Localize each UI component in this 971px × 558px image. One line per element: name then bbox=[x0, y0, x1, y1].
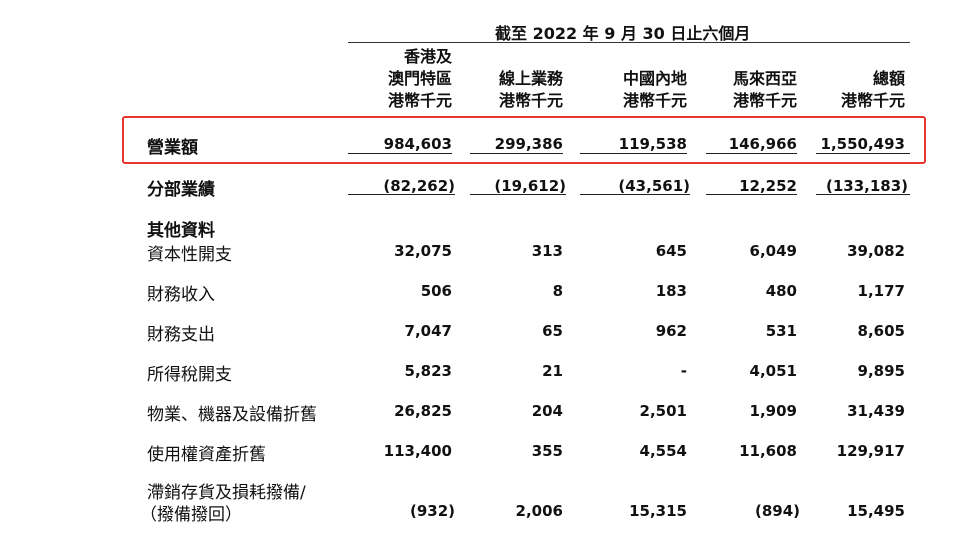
segment-value: (43,561) bbox=[618, 177, 690, 195]
row-value: 15,315 bbox=[629, 502, 687, 520]
row-value: 2,006 bbox=[515, 502, 563, 520]
row-label-line2: （撥備撥回） bbox=[140, 505, 242, 525]
segment-underline bbox=[348, 194, 455, 195]
row-value: 8 bbox=[552, 282, 563, 300]
revenue-underline bbox=[816, 153, 910, 154]
row-value: 204 bbox=[531, 402, 563, 420]
row-label: 使用權資產折舊 bbox=[147, 445, 266, 465]
row-value: 183 bbox=[655, 282, 687, 300]
row-label: 所得稅開支 bbox=[147, 365, 232, 385]
row-value: 21 bbox=[542, 362, 563, 380]
row-value: 5,823 bbox=[404, 362, 452, 380]
column-header-unit: 港幣千元 bbox=[622, 91, 687, 110]
row-label: 財務支出 bbox=[147, 325, 215, 345]
revenue-value: 1,550,493 bbox=[820, 135, 905, 153]
revenue-underline bbox=[580, 153, 687, 154]
column-header-hk-macau: 香港及 澳門特區 港幣千元 bbox=[388, 46, 452, 112]
revenue-value: 984,603 bbox=[383, 135, 452, 153]
row-value: 32,075 bbox=[394, 242, 452, 260]
row-value: 4,554 bbox=[639, 442, 687, 460]
row-value: 9,895 bbox=[857, 362, 905, 380]
row-value: 480 bbox=[765, 282, 797, 300]
column-header-unit: 港幣千元 bbox=[498, 91, 563, 110]
row-value: 7,047 bbox=[404, 322, 452, 340]
period-title: 截至 2022 年 9 月 30 日止六個月 bbox=[495, 24, 751, 43]
segment-value: (133,183) bbox=[825, 177, 908, 195]
row-value: 1,177 bbox=[857, 282, 905, 300]
revenue-label: 營業額 bbox=[147, 138, 198, 158]
column-header-online: 線上業務 港幣千元 bbox=[499, 68, 563, 112]
column-header-unit: 港幣千元 bbox=[732, 91, 797, 110]
revenue-value: 146,966 bbox=[728, 135, 797, 153]
column-header-unit: 港幣千元 bbox=[387, 91, 452, 110]
segment-underline bbox=[470, 194, 566, 195]
column-header-line1: 香港及 bbox=[403, 47, 452, 66]
row-value: 15,495 bbox=[847, 502, 905, 520]
column-header-unit: 港幣千元 bbox=[840, 91, 905, 110]
row-value: 65 bbox=[542, 322, 563, 340]
revenue-underline bbox=[348, 153, 452, 154]
row-value: - bbox=[680, 362, 687, 380]
segment-value: (19,612) bbox=[494, 177, 566, 195]
column-header-malaysia: 馬來西亞 港幣千元 bbox=[733, 68, 797, 112]
row-value: 1,909 bbox=[749, 402, 797, 420]
row-value: 355 bbox=[531, 442, 563, 460]
column-header-line2: 馬來西亞 bbox=[732, 69, 797, 88]
revenue-value: 119,538 bbox=[618, 135, 687, 153]
segment-label: 分部業績 bbox=[147, 180, 215, 200]
revenue-underline bbox=[470, 153, 563, 154]
row-value: 962 bbox=[655, 322, 687, 340]
column-header-line2: 線上業務 bbox=[498, 69, 563, 88]
segment-underline bbox=[580, 194, 690, 195]
row-value: 39,082 bbox=[847, 242, 905, 260]
column-header-total: 總額 港幣千元 bbox=[841, 68, 905, 112]
segment-underline bbox=[706, 194, 797, 195]
row-label: 財務收入 bbox=[147, 285, 215, 305]
row-label: 資本性開支 bbox=[147, 245, 232, 265]
row-value: 531 bbox=[765, 322, 797, 340]
column-header-line2: 總額 bbox=[872, 69, 905, 88]
row-value: 26,825 bbox=[394, 402, 452, 420]
segment-underline bbox=[816, 194, 910, 195]
row-value: 4,051 bbox=[749, 362, 797, 380]
column-header-mainland: 中國內地 港幣千元 bbox=[623, 68, 687, 112]
column-header-line2: 澳門特區 bbox=[387, 69, 452, 88]
row-value: 113,400 bbox=[383, 442, 452, 460]
segment-value: (82,262) bbox=[383, 177, 455, 195]
revenue-underline bbox=[706, 153, 797, 154]
row-value: 8,605 bbox=[857, 322, 905, 340]
column-header-line2: 中國內地 bbox=[622, 69, 687, 88]
row-value: 129,917 bbox=[836, 442, 905, 460]
row-value: 11,608 bbox=[739, 442, 797, 460]
row-label: 物業、機器及設備折舊 bbox=[147, 405, 317, 425]
revenue-value: 299,386 bbox=[494, 135, 563, 153]
row-value: (932) bbox=[409, 502, 455, 520]
row-value: (894) bbox=[754, 502, 800, 520]
row-value: 645 bbox=[655, 242, 687, 260]
row-value: 31,439 bbox=[847, 402, 905, 420]
row-value: 506 bbox=[420, 282, 452, 300]
row-value: 6,049 bbox=[749, 242, 797, 260]
other-info-title: 其他資料 bbox=[147, 221, 215, 241]
segment-value: 12,252 bbox=[739, 177, 797, 195]
period-rule bbox=[348, 42, 910, 43]
row-value: 2,501 bbox=[639, 402, 687, 420]
row-value: 313 bbox=[531, 242, 563, 260]
